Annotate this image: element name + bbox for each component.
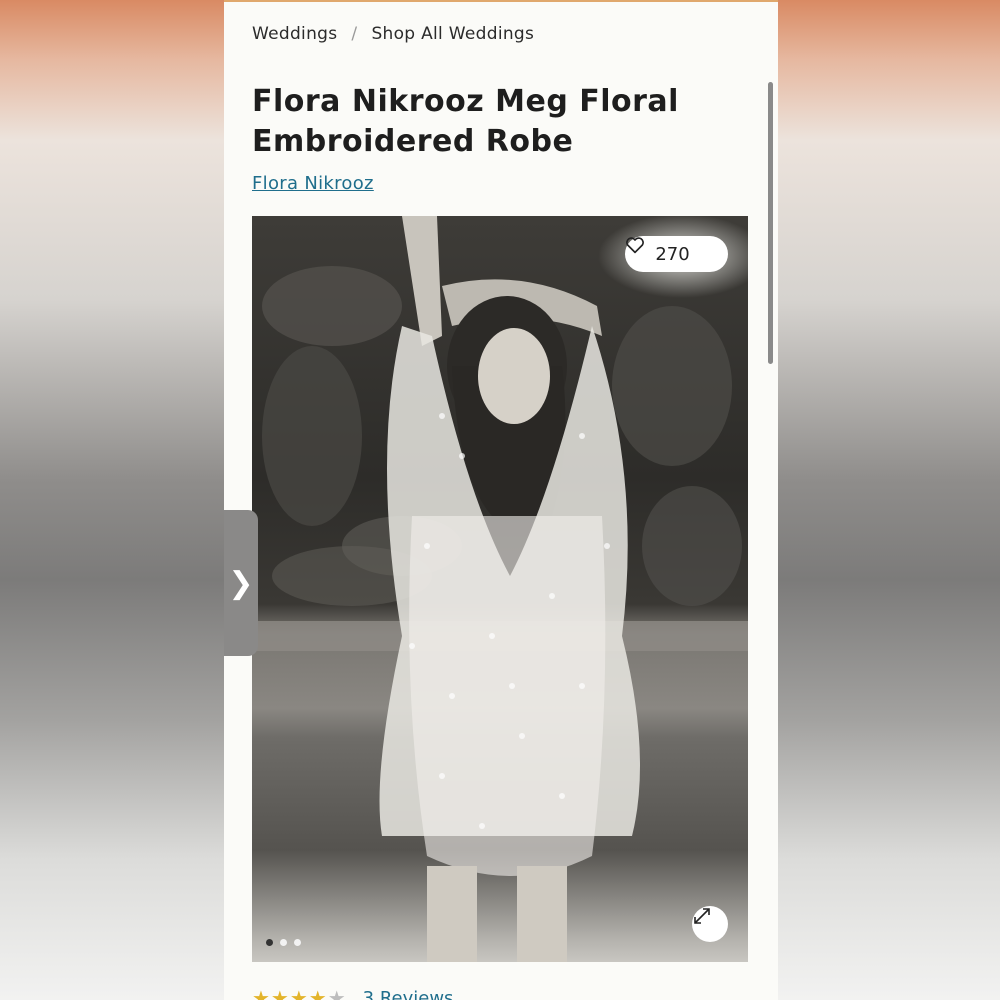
- brand-link[interactable]: Flora Nikrooz: [252, 173, 374, 194]
- next-arrow-tab[interactable]: ❯: [224, 510, 258, 656]
- carousel-dot-2[interactable]: [280, 939, 287, 946]
- breadcrumb: Weddings / Shop All Weddings: [252, 24, 534, 44]
- star-rating: ★★★★★: [252, 986, 347, 1000]
- breadcrumb-item-shop-all-weddings[interactable]: Shop All Weddings: [371, 24, 534, 44]
- like-button[interactable]: 270: [625, 236, 728, 272]
- reviews-link[interactable]: 3 Reviews: [363, 988, 454, 1000]
- likes-count: 270: [655, 243, 690, 265]
- chevron-right-icon: ❯: [228, 565, 254, 601]
- breadcrumb-separator: /: [351, 24, 358, 44]
- scrollbar[interactable]: [768, 82, 773, 364]
- product-image[interactable]: 270: [252, 216, 748, 962]
- breadcrumb-item-weddings[interactable]: Weddings: [252, 24, 337, 44]
- product-page: Weddings / Shop All Weddings Flora Nikro…: [224, 0, 778, 1000]
- reviews-summary: ★★★★★ 3 Reviews: [252, 986, 453, 1000]
- expand-image-button[interactable]: [692, 906, 728, 942]
- carousel-dots: [266, 939, 301, 946]
- product-photo-illustration: [252, 216, 748, 962]
- carousel-dot-3[interactable]: [294, 939, 301, 946]
- carousel-dot-1[interactable]: [266, 939, 273, 946]
- product-title: Flora Nikrooz Meg Floral Embroidered Rob…: [252, 84, 679, 159]
